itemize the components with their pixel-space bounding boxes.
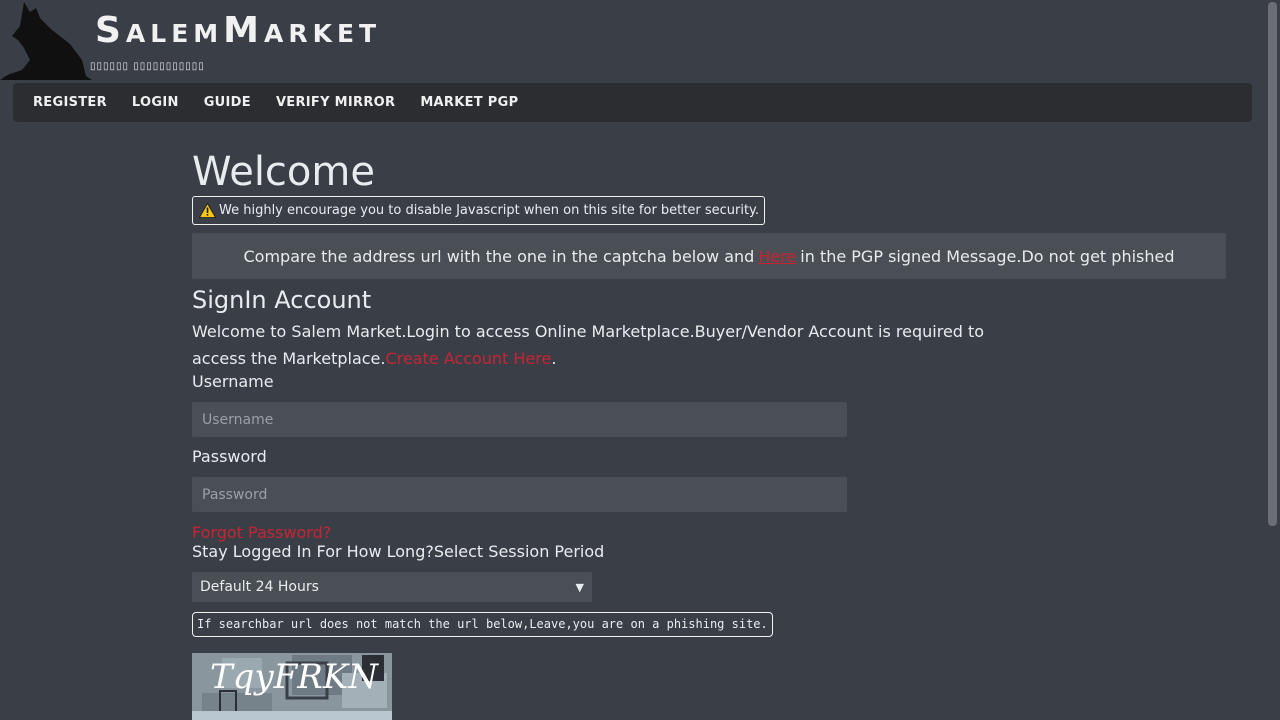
brand-title[interactable]: SalemMarket <box>95 10 381 51</box>
session-period-label: Stay Logged In For How Long?Select Sessi… <box>192 542 605 561</box>
password-placeholder: Password <box>202 486 268 503</box>
captcha-image: TqyFRKN <box>192 653 392 720</box>
warning-icon <box>199 203 216 218</box>
javascript-warning-text: We highly encourage you to disable Javas… <box>219 203 760 218</box>
compare-text-before: Compare the address url with the one in … <box>243 246 755 266</box>
main-content: Welcome We highly encourage you to disab… <box>192 140 1226 720</box>
compare-text-after: in the PGP signed Message.Do not get phi… <box>800 246 1175 266</box>
javascript-warning: We highly encourage you to disable Javas… <box>192 196 766 225</box>
create-account-link[interactable]: Create Account Here <box>385 349 551 368</box>
scrollbar-thumb[interactable] <box>1268 2 1277 526</box>
nav-login[interactable]: LOGIN <box>132 95 179 110</box>
nav-verify-mirror[interactable]: VERIFY MIRROR <box>276 95 395 110</box>
nav-register[interactable]: REGISTER <box>33 95 107 110</box>
page-title: Welcome <box>192 149 375 195</box>
signin-intro: Welcome to Salem Market.Login to access … <box>192 318 992 372</box>
chevron-down-icon: ▼ <box>575 580 584 594</box>
phishing-compare-notice: Compare the address url with the one in … <box>192 233 1226 279</box>
nav-guide[interactable]: GUIDE <box>204 95 251 110</box>
phishing-warning: If searchbar url does not match the url … <box>192 612 773 637</box>
session-period-select[interactable]: Default 24 Hours ▼ <box>192 572 592 602</box>
brand-subtitle: ▯▯▯▯▯▯ ▯▯▯▯▯▯▯▯▯▯▯ <box>90 61 205 72</box>
intro-text: Welcome to Salem Market.Login to access … <box>192 322 985 368</box>
username-input[interactable]: Username <box>192 402 847 437</box>
page-scrollbar[interactable] <box>1265 0 1280 720</box>
nav-market-pgp[interactable]: MARKET PGP <box>420 95 518 110</box>
signin-heading: SignIn Account <box>192 286 372 314</box>
username-label: Username <box>192 372 274 391</box>
password-label: Password <box>192 447 267 466</box>
username-placeholder: Username <box>202 411 274 428</box>
intro-end: . <box>551 349 557 368</box>
pgp-message-link[interactable]: Here <box>758 247 796 266</box>
main-navbar: REGISTER LOGIN GUIDE VERIFY MIRROR MARKE… <box>13 83 1252 122</box>
forgot-password-link[interactable]: Forgot Password? <box>192 523 1226 542</box>
brand-header: SalemMarket ▯▯▯▯▯▯ ▯▯▯▯▯▯▯▯▯▯▯ <box>0 0 460 82</box>
session-period-value: Default 24 Hours <box>200 579 319 595</box>
password-input[interactable]: Password <box>192 477 847 512</box>
captcha-text: TqyFRKN <box>210 657 378 697</box>
wolf-logo-icon <box>0 2 92 80</box>
